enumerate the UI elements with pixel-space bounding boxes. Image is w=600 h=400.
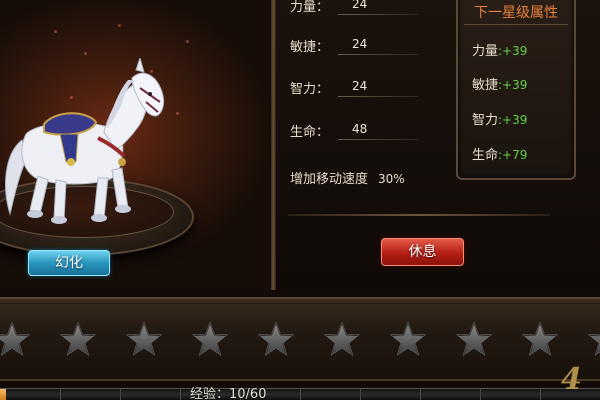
next-star-label: 力量 bbox=[472, 44, 499, 59]
stat-row-life: 生命： 48 bbox=[290, 121, 440, 143]
section-divider bbox=[288, 214, 550, 216]
next-star-label: 生命 bbox=[472, 148, 499, 163]
speed-bonus-label: 增加移动速度 bbox=[290, 172, 369, 187]
next-star-bonus: :+39 bbox=[498, 44, 528, 58]
next-star-label: 敏捷 bbox=[472, 78, 499, 93]
mount-window: 幻化 力量： 24 敏捷： 24 智力： 24 生命： 48 增加移动速度 30%… bbox=[0, 0, 600, 290]
stat-label: 敏捷： bbox=[290, 40, 330, 55]
star-icon bbox=[257, 321, 295, 357]
stat-value: 24 bbox=[352, 0, 368, 11]
star-icon bbox=[389, 321, 427, 357]
star-icon bbox=[59, 321, 97, 357]
star-icon bbox=[521, 321, 559, 357]
movement-speed-bonus: 增加移动速度 30% bbox=[290, 168, 405, 187]
next-star-bonus: :+79 bbox=[498, 148, 528, 162]
transform-button[interactable]: 幻化 bbox=[28, 250, 110, 276]
next-star-row: 生命:+79 bbox=[472, 144, 572, 163]
experience-segment-divider bbox=[60, 389, 61, 400]
experience-segment-divider bbox=[480, 389, 481, 400]
next-star-row: 力量:+39 bbox=[472, 40, 572, 59]
star-icon bbox=[587, 334, 600, 357]
star-icon bbox=[455, 321, 493, 357]
stat-label: 智力： bbox=[290, 82, 330, 97]
white-horse-mount[interactable] bbox=[0, 58, 180, 238]
stat-label: 力量： bbox=[290, 0, 330, 15]
star-rating-bar bbox=[0, 297, 600, 381]
corner-number: 4 bbox=[561, 362, 582, 397]
experience-segment-divider bbox=[420, 389, 421, 400]
next-star-bonus: :+39 bbox=[498, 113, 528, 127]
next-star-bonus: :+39 bbox=[498, 78, 528, 92]
stat-row-strength: 力量： 24 bbox=[290, 0, 440, 18]
experience-bar bbox=[0, 388, 600, 400]
stat-value: 24 bbox=[352, 37, 368, 51]
stat-value: 24 bbox=[352, 79, 368, 93]
star-icon bbox=[323, 321, 361, 357]
stat-label: 生命： bbox=[290, 125, 330, 140]
experience-segment-divider bbox=[540, 389, 541, 400]
next-star-row: 敏捷:+39 bbox=[472, 74, 572, 93]
star-icon bbox=[0, 321, 31, 357]
stat-row-agility: 敏捷： 24 bbox=[290, 36, 440, 58]
experience-segment-divider bbox=[180, 389, 181, 400]
star-icon bbox=[125, 321, 163, 357]
experience-segment-divider bbox=[120, 389, 121, 400]
experience-segment-divider bbox=[300, 389, 301, 400]
stat-row-intelligence: 智力： 24 bbox=[290, 78, 440, 100]
speed-bonus-value: 30% bbox=[378, 172, 405, 186]
rest-button[interactable]: 休息 bbox=[381, 238, 464, 266]
experience-segment-divider bbox=[360, 389, 361, 400]
next-star-row: 智力:+39 bbox=[472, 109, 572, 128]
stat-value: 48 bbox=[352, 122, 368, 136]
star-icon bbox=[191, 321, 229, 357]
mount-display-stage: 幻化 bbox=[0, 0, 274, 290]
next-star-title: 下一星级属性 bbox=[474, 5, 558, 21]
experience-label: 经验：10/60 bbox=[190, 387, 267, 400]
experience-fill bbox=[0, 389, 6, 400]
next-star-label: 智力 bbox=[472, 113, 499, 128]
panel-divider bbox=[271, 0, 276, 290]
next-star-attributes-panel: 下一星级属性 力量:+39 敏捷:+39 智力:+39 生命:+79 bbox=[456, 0, 576, 180]
